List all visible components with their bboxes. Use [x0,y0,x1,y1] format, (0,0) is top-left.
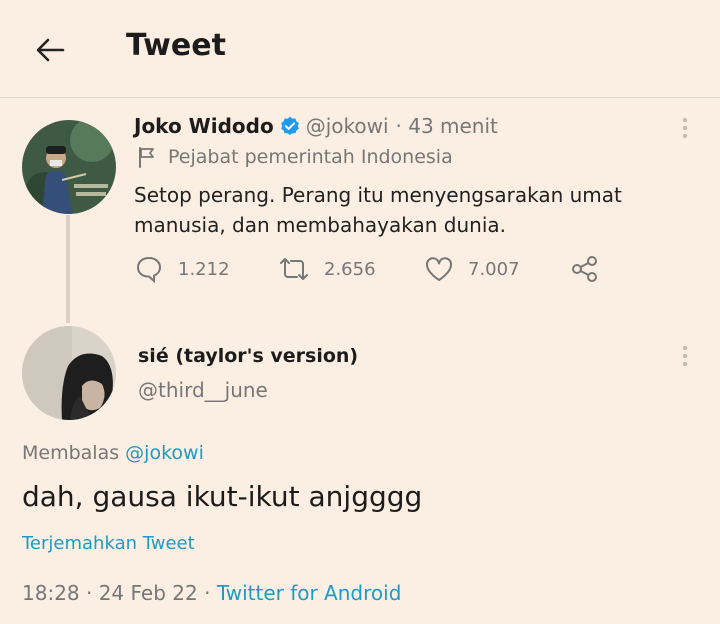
avatar-jokowi[interactable] [22,120,116,214]
replying-prefix: Membalas [22,442,120,464]
more-options-button[interactable] [680,116,690,140]
arrow-left-icon [36,38,65,62]
verified-badge-icon [280,116,300,136]
author-handle[interactable]: @jokowi [306,114,389,138]
tweet-time: · 43 menit [395,114,498,138]
tweet-text: Setop perang. Perang itu menyengsarakan … [134,183,622,237]
reply-button[interactable]: 1.212 [134,254,230,284]
tweet-author-row: Joko Widodo @jokowi · 43 menit [134,114,498,138]
share-icon [572,256,597,282]
back-button[interactable] [30,30,70,70]
tweet-actions: 1.212 2.656 7.007 [134,254,614,286]
reply-author-handle[interactable]: @third__june [138,378,268,402]
top-app-bar: Tweet [0,0,720,98]
government-label[interactable]: Pejabat pemerintah Indonesia [136,146,453,168]
flag-icon [139,147,154,168]
like-button[interactable]: 7.007 [424,254,520,284]
retweet-icon [280,258,308,280]
heart-icon [425,257,453,281]
thread-connector [66,215,70,323]
avatar-image [22,326,116,420]
reply-count: 1.212 [178,258,230,280]
label-text: Pejabat pemerintah Indonesia [168,146,453,168]
reply-author-name[interactable]: sié (taylor's version) [138,345,358,367]
tweet-meta: 18:28 · 24 Feb 22 · Twitter for Android [22,581,401,605]
timestamp: 18:28 · 24 Feb 22 · [22,581,211,605]
share-button[interactable] [570,254,614,284]
reply-icon [136,256,162,284]
source-link[interactable]: Twitter for Android [217,581,402,605]
translate-link[interactable]: Terjemahkan Tweet [22,533,195,554]
page-title: Tweet [126,28,226,63]
like-count: 7.007 [468,258,520,280]
reply-text: dah, gausa ikut-ikut anjgggg [22,480,423,513]
replying-to: Membalas @jokowi [22,442,204,464]
avatar-third-june[interactable] [22,326,116,420]
avatar-image [22,120,116,214]
reply-more-options-button[interactable] [680,344,690,368]
replying-to-link[interactable]: @jokowi [125,442,204,464]
retweet-count: 2.656 [324,258,376,280]
retweet-button[interactable]: 2.656 [278,254,376,284]
author-name[interactable]: Joko Widodo [134,114,274,138]
